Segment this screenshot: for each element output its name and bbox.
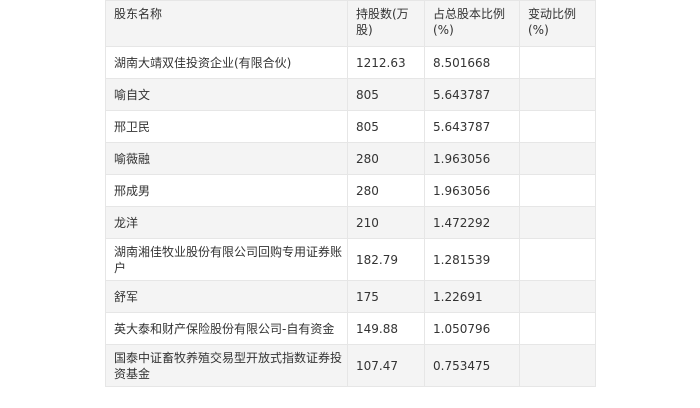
cell-shares: 805 (347, 78, 425, 111)
cell-shares: 149.88 (347, 312, 425, 345)
table-row: 湖南湘佳牧业股份有限公司回购专用证券账户 182.79 1.281539 (105, 238, 596, 281)
cell-change (519, 46, 596, 79)
header-change-ratio: 变动比例(%) (519, 0, 596, 47)
table-row: 舒军 175 1.22691 (105, 280, 596, 313)
table-row: 喻自文 805 5.643787 (105, 78, 596, 111)
cell-ratio: 1.050796 (424, 312, 520, 345)
cell-name: 邢成男 (105, 174, 348, 207)
table-row: 龙洋 210 1.472292 (105, 206, 596, 239)
cell-change (519, 78, 596, 111)
cell-name: 国泰中证畜牧养殖交易型开放式指数证券投资基金 (105, 344, 348, 387)
cell-ratio: 0.753475 (424, 344, 520, 387)
cell-ratio: 1.963056 (424, 142, 520, 175)
cell-change (519, 344, 596, 387)
cell-name: 舒军 (105, 280, 348, 313)
cell-name: 湖南湘佳牧业股份有限公司回购专用证券账户 (105, 238, 348, 281)
cell-shares: 175 (347, 280, 425, 313)
cell-ratio: 5.643787 (424, 110, 520, 143)
cell-change (519, 206, 596, 239)
cell-change (519, 142, 596, 175)
table-row: 邢成男 280 1.963056 (105, 174, 596, 207)
cell-shares: 182.79 (347, 238, 425, 281)
cell-shares: 107.47 (347, 344, 425, 387)
cell-name: 英大泰和财产保险股份有限公司-自有资金 (105, 312, 348, 345)
cell-ratio: 5.643787 (424, 78, 520, 111)
cell-change (519, 280, 596, 313)
table-body: 湖南大靖双佳投资企业(有限合伙) 1212.63 8.501668 喻自文 80… (105, 46, 596, 387)
table-row: 喻薇融 280 1.963056 (105, 142, 596, 175)
cell-ratio: 1.963056 (424, 174, 520, 207)
cell-change (519, 110, 596, 143)
header-shareholder-name: 股东名称 (105, 0, 348, 47)
table-row: 英大泰和财产保险股份有限公司-自有资金 149.88 1.050796 (105, 312, 596, 345)
cell-change (519, 312, 596, 345)
table-header: 股东名称 持股数(万股) 占总股本比例(%) 变动比例(%) (105, 0, 596, 47)
cell-name: 喻自文 (105, 78, 348, 111)
cell-shares: 210 (347, 206, 425, 239)
cell-change (519, 238, 596, 281)
table-row: 国泰中证畜牧养殖交易型开放式指数证券投资基金 107.47 0.753475 (105, 344, 596, 387)
cell-ratio: 1.472292 (424, 206, 520, 239)
cell-name: 邢卫民 (105, 110, 348, 143)
cell-ratio: 1.22691 (424, 280, 520, 313)
table-row: 湖南大靖双佳投资企业(有限合伙) 1212.63 8.501668 (105, 46, 596, 79)
cell-shares: 280 (347, 142, 425, 175)
cell-shares: 805 (347, 110, 425, 143)
shareholders-table: 股东名称 持股数(万股) 占总股本比例(%) 变动比例(%) 湖南大靖双佳投资企… (105, 0, 596, 387)
header-share-ratio: 占总股本比例(%) (424, 0, 520, 47)
cell-shares: 1212.63 (347, 46, 425, 79)
cell-ratio: 8.501668 (424, 46, 520, 79)
table-row: 邢卫民 805 5.643787 (105, 110, 596, 143)
cell-name: 湖南大靖双佳投资企业(有限合伙) (105, 46, 348, 79)
cell-shares: 280 (347, 174, 425, 207)
cell-change (519, 174, 596, 207)
header-shares-held: 持股数(万股) (347, 0, 425, 47)
cell-name: 龙洋 (105, 206, 348, 239)
cell-name: 喻薇融 (105, 142, 348, 175)
cell-ratio: 1.281539 (424, 238, 520, 281)
